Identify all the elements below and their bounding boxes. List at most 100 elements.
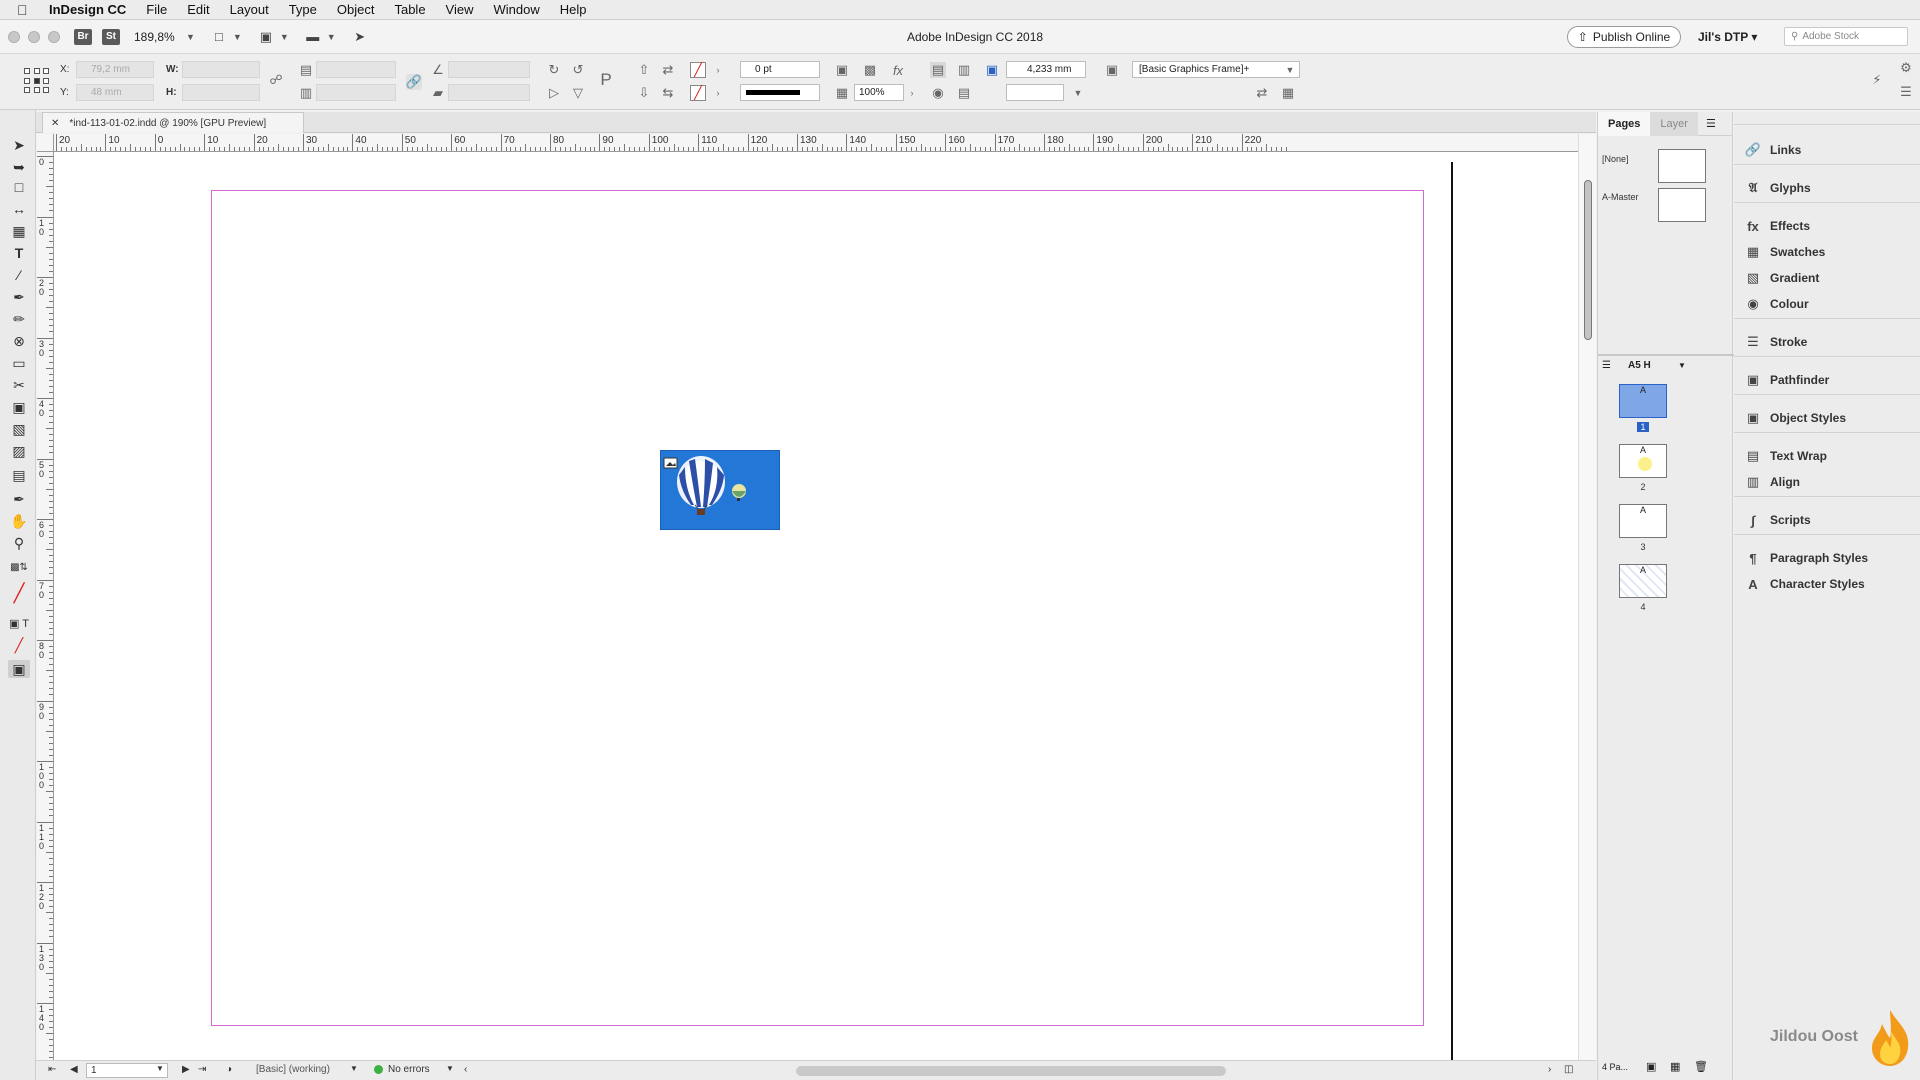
scissors-tool-icon[interactable]: ✂	[8, 376, 30, 394]
chevron-down-icon[interactable]: ▼	[1678, 361, 1686, 370]
auto-fit-icon[interactable]: ▣	[984, 62, 1000, 78]
content-collector-icon[interactable]: ▦	[8, 222, 30, 240]
rotate-ccw-icon[interactable]: ↺	[570, 62, 586, 78]
select-container-icon[interactable]: ⇧	[636, 62, 652, 78]
width-field[interactable]	[182, 61, 260, 78]
align-stroke-center-icon[interactable]: ▤	[930, 62, 946, 78]
default-fill-stroke-icon[interactable]: ▩⇅	[8, 558, 30, 576]
page-thumbnail-4[interactable]: A	[1619, 564, 1667, 598]
first-page-icon[interactable]: ⇤	[48, 1064, 56, 1075]
workspace-switcher[interactable]: Jil's DTP ▾	[1698, 30, 1757, 44]
previous-page-icon[interactable]: ◀	[70, 1064, 78, 1075]
new-style-icon[interactable]: ▦	[1280, 85, 1296, 101]
horizontal-scroll-thumb[interactable]	[796, 1066, 1226, 1076]
page-thumbnail-3[interactable]: A	[1619, 504, 1667, 538]
gradient-feather-tool-icon[interactable]: ▨	[8, 442, 30, 460]
gap-tool-icon[interactable]: ↔	[8, 200, 30, 218]
shear-angle-field[interactable]	[448, 84, 530, 101]
dock-item-glyphs[interactable]: 𝔄 Glyphs	[1744, 178, 1811, 198]
gear-icon[interactable]: ⚙	[1898, 60, 1914, 76]
vertical-scroll-thumb[interactable]	[1584, 180, 1592, 340]
dock-item-character-styles[interactable]: A Character Styles	[1744, 574, 1864, 594]
corner-size-field[interactable]: 4,233 mm	[1006, 61, 1086, 78]
chevron-down-icon[interactable]: ▼	[446, 1064, 454, 1073]
preflight-status[interactable]: No errors	[374, 1064, 430, 1075]
dock-item-scripts[interactable]: ∫ Scripts	[1744, 510, 1810, 530]
ruler-origin[interactable]	[37, 134, 54, 152]
note-tool-icon[interactable]: ▤	[8, 466, 30, 484]
constrain-scale-icon[interactable]: 🔗	[406, 74, 422, 90]
new-page-icon[interactable]: ▦	[1670, 1060, 1680, 1073]
select-content-icon[interactable]: ⇩	[636, 85, 652, 101]
formatting-affects-container-icon[interactable]: ▣ T	[8, 614, 30, 632]
tab-layers[interactable]: Layer	[1650, 111, 1698, 136]
eyedropper-tool-icon[interactable]: ✒	[8, 490, 30, 508]
selection-tool-icon[interactable]: ➤	[8, 136, 30, 154]
select-next-icon[interactable]: ⇆	[660, 85, 676, 101]
menu-layout[interactable]: Layout	[220, 2, 279, 17]
direct-selection-tool-icon[interactable]: ➥	[8, 158, 30, 176]
panel-menu-icon[interactable]: ☰	[1706, 117, 1716, 130]
flip-vertical-icon[interactable]: ▽	[570, 85, 586, 101]
page-thumbnail-1[interactable]: A	[1619, 384, 1667, 418]
balloon-image-frame[interactable]	[660, 450, 780, 530]
fill-swatch-arrow-icon[interactable]: ›	[710, 62, 726, 78]
dock-item-align[interactable]: ▥ Align	[1744, 472, 1800, 492]
edit-page-size-icon[interactable]: ▣	[1646, 1060, 1656, 1073]
fill-stroke-swatch-icon[interactable]: ╱	[8, 583, 30, 603]
scale-y-field[interactable]	[316, 84, 396, 101]
menu-edit[interactable]: Edit	[177, 2, 219, 17]
chevron-down-icon[interactable]: ▼	[1070, 85, 1086, 101]
chevron-down-icon[interactable]: ▼	[1282, 62, 1298, 78]
dock-item-pathfinder[interactable]: ▣ Pathfinder	[1744, 370, 1830, 390]
master-none-thumbnail[interactable]	[1658, 149, 1706, 183]
y-position-field[interactable]: 48 mm	[76, 84, 154, 101]
list-icon[interactable]: ☰	[1602, 360, 1611, 371]
panel-menu-icon[interactable]: ☰	[1898, 84, 1914, 100]
pasteboard[interactable]	[54, 152, 1578, 1060]
scroll-left-icon[interactable]: ‹	[464, 1064, 467, 1075]
x-position-field[interactable]: 79,2 mm	[76, 61, 154, 78]
ellipse-frame-tool-icon[interactable]: ⊗	[8, 332, 30, 350]
dock-item-text-wrap[interactable]: ▤ Text Wrap	[1744, 446, 1827, 466]
center-content-icon[interactable]: ▤	[956, 85, 972, 101]
dock-item-stroke[interactable]: ☰ Stroke	[1744, 332, 1807, 352]
stroke-none-swatch[interactable]: ╱	[690, 85, 706, 101]
reference-point-selector[interactable]	[24, 68, 50, 94]
stroke-weight-field[interactable]: 0 pt	[740, 61, 820, 78]
pen-tool-icon[interactable]: ✒	[8, 288, 30, 306]
dock-item-links[interactable]: 🔗 Links	[1744, 140, 1801, 160]
align-stroke-inside-icon[interactable]: ▥	[956, 62, 972, 78]
apply-none-icon[interactable]: ╱	[8, 636, 30, 654]
menu-window[interactable]: Window	[484, 2, 550, 17]
dock-item-swatches[interactable]: ▦ Swatches	[1744, 242, 1826, 262]
stroke-swatch-arrow-icon[interactable]: ›	[710, 85, 726, 101]
page-size-label[interactable]: A5 H	[1628, 360, 1651, 371]
menu-table[interactable]: Table	[384, 2, 435, 17]
open-page-icon[interactable]: ◑	[226, 1064, 232, 1075]
rectangle-tool-icon[interactable]: ▭	[8, 354, 30, 372]
rotate-cw-icon[interactable]: ↻	[546, 62, 562, 78]
split-window-icon[interactable]: ◫	[1564, 1064, 1573, 1075]
menu-help[interactable]: Help	[550, 2, 597, 17]
dock-item-colour[interactable]: ◉ Colour	[1744, 294, 1808, 314]
stock-search-input[interactable]: ⚲ Adobe Stock	[1784, 27, 1908, 46]
master-a-thumbnail[interactable]	[1658, 188, 1706, 222]
corner-shape-select[interactable]	[1006, 84, 1064, 101]
dock-item-paragraph-styles[interactable]: ¶ Paragraph Styles	[1744, 548, 1868, 568]
page-tool-icon[interactable]: □	[8, 178, 30, 196]
dock-item-gradient[interactable]: ▧ Gradient	[1744, 268, 1820, 288]
opacity-arrow-icon[interactable]: ›	[904, 85, 920, 101]
tab-pages[interactable]: Pages	[1598, 111, 1651, 136]
trash-icon[interactable]: 🗑	[1694, 1060, 1708, 1073]
fx-icon[interactable]: fx	[890, 62, 906, 78]
fit-content-icon[interactable]: ◉	[930, 85, 946, 101]
shadow-icon[interactable]: ▩	[862, 62, 878, 78]
menu-file[interactable]: File	[136, 2, 177, 17]
fill-none-swatch[interactable]: ╱	[690, 62, 706, 78]
type-tool-icon[interactable]: T	[8, 244, 30, 262]
screen-mode-normal-icon[interactable]: ▣	[8, 660, 30, 678]
drop-shadow-icon[interactable]: ▣	[834, 62, 850, 78]
last-page-icon[interactable]: ⇥	[198, 1064, 206, 1075]
rotation-angle-field[interactable]	[448, 61, 530, 78]
